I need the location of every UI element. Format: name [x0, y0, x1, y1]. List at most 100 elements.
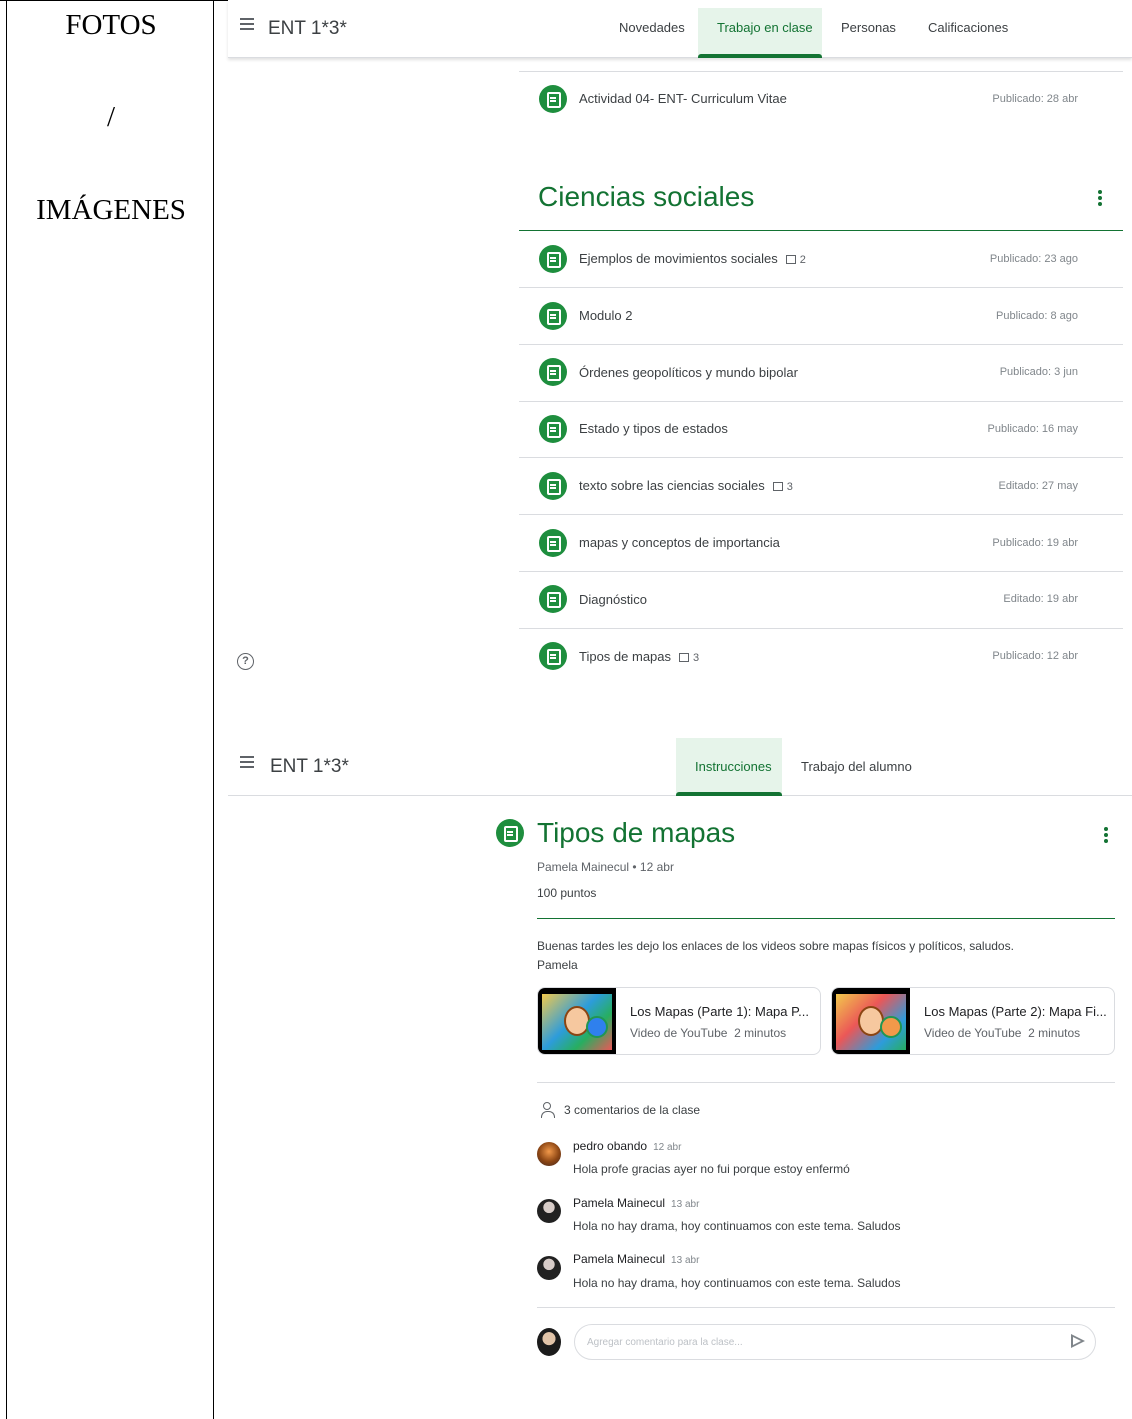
tab-calificaciones[interactable]: Calificaciones	[928, 20, 1008, 35]
comment-icon	[785, 255, 796, 264]
assignment-meta: Pamela Mainecul • 12 abr	[537, 860, 674, 874]
video-attachment-card[interactable]: Los Mapas (Parte 1): Mapa P... Video de …	[537, 987, 821, 1055]
comment-author: Pamela Mainecul 13 abr	[573, 1252, 699, 1266]
class-title[interactable]: ENT 1*3*	[268, 18, 347, 40]
help-icon[interactable]: ?	[237, 653, 254, 670]
video-meta: Video de YouTube 2 minutos	[924, 1026, 1080, 1040]
assignment-icon	[539, 642, 567, 670]
divider	[519, 71, 1123, 72]
send-icon[interactable]	[1071, 1334, 1085, 1348]
assignment-icon	[539, 585, 567, 613]
comment-icon	[772, 482, 783, 491]
label-slash: /	[106, 101, 116, 133]
assignment-instructions: Buenas tardes les dejo los enlaces de lo…	[537, 937, 1097, 975]
comment-text: Hola no hay drama, hoy continuamos con e…	[573, 1276, 901, 1290]
video-source: Video de YouTube	[630, 1026, 728, 1040]
classroom-top-bar: ENT 1*3* Novedades Trabajo en clase Pers…	[228, 0, 1132, 58]
assignment-title: Órdenes geopolíticos y mundo bipolar	[579, 365, 798, 380]
hamburger-menu-icon[interactable]	[240, 18, 254, 32]
assignment-date: Publicado: 28 abr	[992, 93, 1078, 105]
comment-author-name: Pamela Mainecul	[573, 1196, 666, 1210]
assignment-icon	[539, 245, 567, 273]
assignment-icon	[539, 472, 567, 500]
topic-divider	[519, 230, 1123, 231]
tab-personas[interactable]: Personas	[841, 20, 896, 35]
tab-instrucciones[interactable]: Instrucciones	[695, 759, 772, 774]
video-source: Video de YouTube	[924, 1026, 1022, 1040]
comment-author-name: Pamela Mainecul	[573, 1252, 666, 1266]
assignment-icon	[496, 819, 524, 847]
globe-icon	[586, 1016, 608, 1038]
label-fotos: FOTOS	[65, 9, 157, 41]
video-attachment-card[interactable]: Los Mapas (Parte 2): Mapa Fi... Video de…	[831, 987, 1115, 1055]
divider	[519, 628, 1123, 629]
video-title: Los Mapas (Parte 2): Mapa Fi...	[924, 1004, 1107, 1019]
assignment-title-text: Ejemplos de movimientos sociales	[579, 251, 778, 266]
class-title[interactable]: ENT 1*3*	[270, 756, 349, 778]
comment-count: 2	[799, 254, 806, 266]
assignment-date: Publicado: 3 jun	[999, 366, 1078, 378]
tab-novedades[interactable]: Novedades	[619, 20, 685, 35]
video-thumbnail-art	[542, 994, 612, 1050]
label-cell: FOTOS / IMÁGENES	[6, 0, 214, 1419]
topic-title: Ciencias sociales	[538, 181, 755, 212]
input-divider	[537, 1307, 1115, 1308]
people-icon	[541, 1102, 559, 1118]
video-thumbnail	[832, 988, 910, 1054]
detail-divider	[537, 918, 1115, 919]
assignment-title[interactable]: Actividad 04- ENT- Curriculum Vitae	[579, 91, 787, 106]
assignment-date: Publicado: 23 ago	[989, 253, 1078, 265]
assignment-title: Tipos de mapas	[537, 817, 736, 848]
comment-icon	[679, 653, 690, 662]
assignment-icon	[539, 85, 567, 113]
video-duration: 2 minutos	[734, 1026, 787, 1040]
avatar	[537, 1142, 561, 1166]
assignment-title-text: Tipos de mapas	[579, 649, 672, 664]
topic-more-options-icon[interactable]	[1098, 190, 1102, 208]
assignment-title: Diagnóstico	[579, 592, 647, 607]
active-tab-underline	[698, 54, 822, 58]
divider	[519, 514, 1123, 515]
comment-count: 3	[693, 652, 700, 664]
assignment-icon	[539, 529, 567, 557]
divider	[519, 401, 1123, 402]
assignment-title: Ejemplos de movimientos sociales 2	[579, 251, 806, 266]
map-icon	[880, 1016, 902, 1038]
comment-text: Hola profe gracias ayer no fui porque es…	[573, 1162, 850, 1176]
tab-trabajo-en-clase[interactable]: Trabajo en clase	[717, 20, 813, 35]
divider	[519, 344, 1123, 345]
assignment-title: Modulo 2	[579, 308, 633, 323]
active-tab-underline	[676, 792, 782, 796]
comment-count: 3	[786, 481, 793, 493]
assignment-icon	[539, 302, 567, 330]
hamburger-menu-icon[interactable]	[240, 756, 254, 770]
video-thumbnail	[538, 988, 616, 1054]
divider	[519, 457, 1123, 458]
divider	[519, 571, 1123, 572]
tab-trabajo-del-alumno[interactable]: Trabajo del alumno	[801, 759, 912, 774]
comment-author-name: pedro obando	[573, 1139, 648, 1153]
assignment-title-text: texto sobre las ciencias sociales	[579, 478, 765, 493]
assignment-title: Estado y tipos de estados	[579, 421, 728, 436]
assignment-top-bar: ENT 1*3* Instrucciones Trabajo del alumn…	[228, 738, 1132, 796]
avatar	[537, 1328, 561, 1356]
comment-date: 13 abr	[671, 1255, 700, 1266]
assignment-icon	[539, 358, 567, 386]
assignment-more-options-icon[interactable]	[1104, 827, 1108, 845]
comment-text: Hola no hay drama, hoy continuamos con e…	[573, 1219, 901, 1233]
class-comments-header[interactable]: 3 comentarios de la clase	[564, 1103, 700, 1117]
avatar	[537, 1256, 561, 1280]
assignment-date: Editado: 19 abr	[1003, 593, 1078, 605]
assignment-date: Editado: 27 may	[998, 480, 1079, 492]
instructions-signature: Pamela	[537, 958, 578, 972]
assignment-date: Publicado: 12 abr	[992, 650, 1078, 662]
comment-author: pedro obando 12 abr	[573, 1139, 681, 1153]
assignment-title: Tipos de mapas 3	[579, 649, 699, 664]
instructions-line: Buenas tardes les dejo los enlaces de lo…	[537, 939, 1014, 953]
comment-date: 13 abr	[671, 1199, 700, 1210]
video-meta: Video de YouTube 2 minutos	[630, 1026, 786, 1040]
assignment-date: Publicado: 19 abr	[992, 537, 1078, 549]
class-comment-input[interactable]	[574, 1324, 1096, 1360]
assignment-points: 100 puntos	[537, 886, 597, 900]
divider	[519, 287, 1123, 288]
